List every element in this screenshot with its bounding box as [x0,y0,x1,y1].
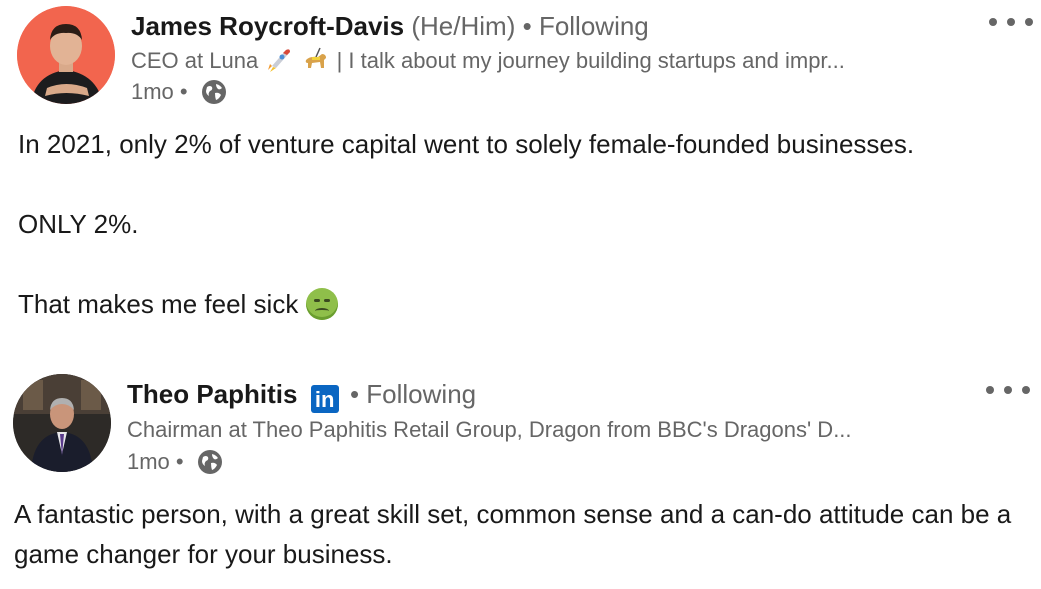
author-name[interactable]: Theo Paphitis [127,379,297,409]
author-avatar[interactable] [13,374,111,472]
post-time: 1mo [127,449,170,474]
following-status: Following [538,11,649,41]
separator-dot: • [522,11,532,41]
post-body: In 2021, only 2% of venture capital went… [18,124,1033,364]
feed-post: Theo Paphitis in • Following Chairman at… [0,370,1041,589]
post-time: 1mo [131,79,174,104]
author-headline: CEO at Luna | I talk about my journey bu… [131,46,845,75]
author-pronouns: (He/Him) [411,11,516,41]
post-meta: 1mo • [127,448,224,476]
separator-dot: • [179,79,188,104]
avatar-photo [17,6,115,104]
nauseated-face-emoji [306,288,339,320]
post-meta: 1mo • [131,78,228,106]
dot-icon [1025,18,1033,26]
more-options-button[interactable] [986,380,1030,400]
author-line: James Roycroft-Davis (He/Him) • Followin… [131,10,649,42]
dot-icon [1022,386,1030,394]
headline-prefix: CEO at Luna [131,48,259,73]
linkedin-badge-icon: in [310,385,339,413]
headline-suffix: | I talk about my journey building start… [336,48,845,73]
author-name[interactable]: James Roycroft-Davis [131,11,404,41]
dot-icon [989,18,997,26]
following-status: Following [366,379,477,409]
dot-icon [986,386,994,394]
post-paragraph: In 2021, only 2% of venture capital went… [18,129,915,159]
globe-icon [200,78,228,106]
post-paragraph-last: That makes me feel sick [18,284,1033,324]
author-avatar[interactable] [17,6,115,104]
post-paragraph: ONLY 2%. [18,209,139,239]
post-paragraph-text: That makes me feel sick [18,289,299,319]
author-line: Theo Paphitis in • Following [127,378,476,413]
separator-dot: • [349,379,360,409]
rocket-emoji [264,46,294,72]
post-paragraph: A fantastic person, with a great skill s… [14,499,1012,569]
dot-icon [1007,18,1015,26]
dot-icon [1004,386,1012,394]
more-options-button[interactable] [989,12,1033,32]
separator-dot: • [175,449,184,474]
avatar-photo [13,374,111,472]
feed-post: James Roycroft-Davis (He/Him) • Followin… [0,0,1041,355]
author-headline: Chairman at Theo Paphitis Retail Group, … [127,417,852,442]
guide-dog-emoji [300,46,330,72]
globe-icon [196,448,224,476]
post-body: A fantastic person, with a great skill s… [14,494,1034,574]
